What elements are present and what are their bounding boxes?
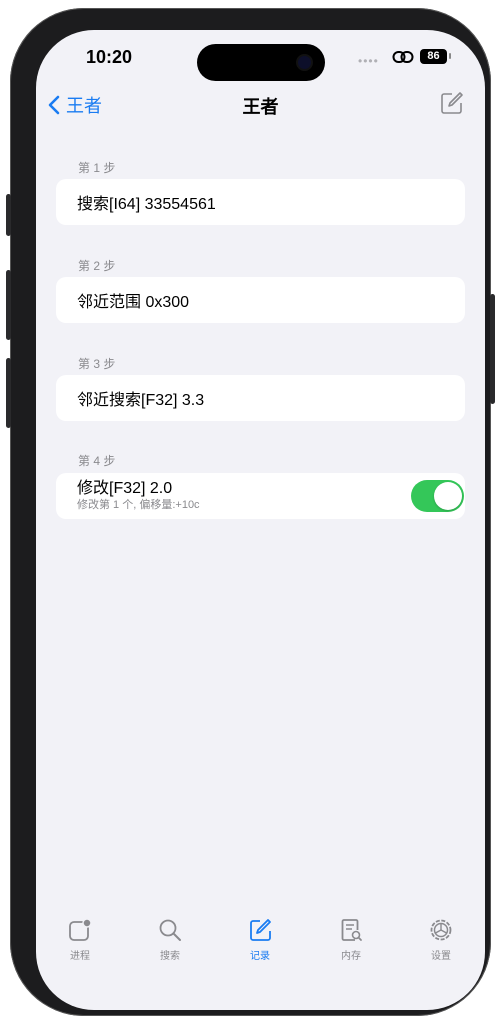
step-label: 第 3 步 <box>78 357 116 371</box>
step-text: 邻近搜索[F32] 3.3 <box>77 392 205 409</box>
page-title: 王者 <box>242 97 279 117</box>
tab-label: 进程 <box>70 951 90 962</box>
step-label: 第 1 步 <box>78 161 116 175</box>
step-card[interactable]: 修改[F32] 2.0 修改第 1 个, 偏移量:+10c <box>56 473 465 519</box>
memory-icon <box>341 919 362 941</box>
battery-icon: 86 <box>420 49 447 64</box>
record-icon <box>250 919 271 941</box>
process-icon <box>69 918 92 941</box>
step-text: 邻近范围 0x300 <box>77 294 190 311</box>
tab-label: 设置 <box>431 951 451 962</box>
step-card[interactable]: 搜索[I64] 33554561 <box>56 179 465 225</box>
phone-frame: 10:20 •••• 86 王者 王者 第 1 步 搜索[I64] 335545… <box>6 8 495 1016</box>
step-enabled-toggle[interactable] <box>411 480 464 512</box>
compose-icon[interactable] <box>440 91 464 115</box>
step-subtext: 修改第 1 个, 偏移量:+10c <box>77 499 200 511</box>
tab-bar: 进程 搜索 记录 内存 设置 <box>36 917 485 977</box>
volume-down-button <box>6 358 11 428</box>
signal-icon: •••• <box>358 54 379 68</box>
step-label: 第 4 步 <box>78 454 116 468</box>
tab-record[interactable]: 记录 <box>230 917 290 962</box>
tab-memory[interactable]: 内存 <box>321 917 381 962</box>
tab-label: 记录 <box>250 951 270 962</box>
step-card[interactable]: 邻近范围 0x300 <box>56 277 465 323</box>
tab-label: 搜索 <box>160 951 180 962</box>
camera-icon <box>298 56 311 69</box>
tab-label: 内存 <box>341 951 361 962</box>
dynamic-island <box>197 44 325 81</box>
power-button <box>490 294 495 404</box>
action-button <box>6 194 11 236</box>
step-text: 修改[F32] 2.0 <box>77 480 173 497</box>
link-icon <box>392 51 414 63</box>
step-label: 第 2 步 <box>78 259 116 273</box>
settings-icon <box>430 919 452 941</box>
status-time: 10:20 <box>86 47 133 67</box>
battery-nub <box>449 53 451 59</box>
search-icon <box>159 919 181 941</box>
tab-process[interactable]: 进程 <box>50 917 110 962</box>
screen: 10:20 •••• 86 王者 王者 第 1 步 搜索[I64] 335545… <box>36 30 485 1010</box>
tab-settings[interactable]: 设置 <box>411 917 471 962</box>
tab-search[interactable]: 搜索 <box>140 917 200 962</box>
volume-up-button <box>6 270 11 340</box>
step-text: 搜索[I64] 33554561 <box>77 196 216 213</box>
toggle-knob <box>434 482 462 510</box>
step-card[interactable]: 邻近搜索[F32] 3.3 <box>56 375 465 421</box>
